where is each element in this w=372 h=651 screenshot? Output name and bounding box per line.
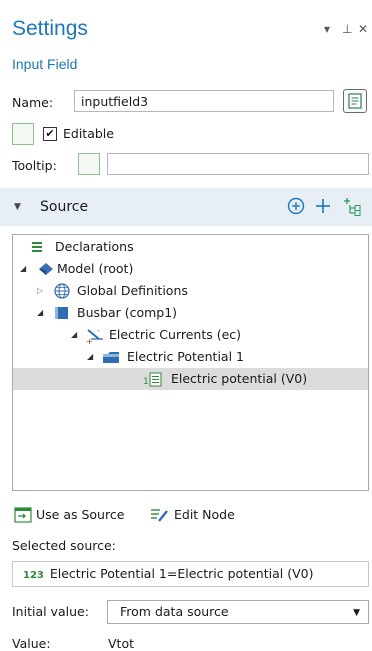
tooltip-field[interactable] [107, 153, 369, 175]
tree-item-label: Busbar (comp1) [77, 305, 178, 320]
add-tree-node-icon[interactable] [340, 196, 362, 223]
tree-item-declarations[interactable]: Declarations [13, 236, 368, 258]
tree-item-label: Electric Currents (ec) [109, 327, 242, 342]
tree-item-label: Electric Potential 1 [127, 349, 244, 364]
tooltip-label: Tooltip: [12, 158, 57, 173]
tree-item-label: Global Definitions [77, 283, 188, 298]
initial-value-selected: From data source [120, 604, 229, 619]
tree-item-electric-currents[interactable]: ◢ + - Electric Currents (ec) [13, 324, 368, 346]
use-as-source-icon [14, 507, 32, 523]
tree-item-label: Model (root) [57, 261, 134, 276]
collapse-arrow-icon[interactable]: ▼ [14, 202, 21, 212]
svg-text:-: - [97, 326, 100, 335]
tree-item-label: Declarations [55, 239, 134, 254]
name-options-button[interactable] [343, 89, 367, 113]
use-as-source-label: Use as Source [36, 507, 125, 522]
tree-item-label: Electric potential (V0) [171, 371, 308, 386]
add-circle-icon[interactable] [286, 196, 306, 221]
selected-source-value: Electric Potential 1=Electric potential … [49, 566, 314, 581]
document-icon [348, 93, 362, 109]
edit-node-icon [151, 509, 168, 522]
panel-menu-icon[interactable]: ▾ [324, 22, 330, 36]
initial-value-label: Initial value: [12, 604, 89, 619]
source-tree[interactable]: Declarations ◢ Model (root) ▷ Global Def… [12, 234, 369, 491]
editable-color-swatch[interactable] [12, 123, 34, 145]
svg-text:+: + [86, 337, 93, 346]
close-icon[interactable]: ✕ [358, 22, 368, 36]
name-label: Name: [12, 95, 54, 110]
collapsed-arrow-icon[interactable]: ▷ [37, 280, 43, 302]
parameter-icon: 123 [23, 570, 44, 581]
source-section-title: Source [40, 199, 89, 215]
tree-item-electric-potential-1[interactable]: ◢ Electric Potential 1 [13, 346, 368, 368]
parameter-icon: 1 [143, 368, 165, 397]
tree-item-model-root[interactable]: ◢ Model (root) [13, 258, 368, 280]
tree-item-electric-potential-v0[interactable]: 1 Electric potential (V0) [13, 368, 368, 390]
tree-item-busbar[interactable]: ◢ Busbar (comp1) [13, 302, 368, 324]
editable-checkbox[interactable]: ✔ [43, 127, 57, 141]
initial-value-select[interactable]: From data source ▼ [107, 600, 369, 624]
expanded-arrow-icon[interactable]: ◢ [20, 258, 26, 280]
expanded-arrow-icon[interactable]: ◢ [37, 302, 43, 324]
expanded-arrow-icon[interactable]: ◢ [87, 346, 93, 368]
name-field[interactable]: inputfield3 [74, 90, 334, 112]
chevron-down-icon: ▼ [353, 608, 360, 618]
tooltip-color-swatch[interactable] [78, 153, 100, 175]
selected-source-label: Selected source: [12, 538, 116, 553]
add-icon[interactable] [313, 196, 333, 221]
source-section-header[interactable]: ▼ Source [0, 188, 372, 226]
editable-label: Editable [63, 126, 114, 141]
panel-title: Settings [12, 17, 88, 40]
panel-subtitle: Input Field [12, 56, 78, 72]
value-label: Value: [12, 636, 51, 651]
value-text: Vtot [108, 636, 135, 651]
edit-node-label: Edit Node [174, 507, 235, 522]
selected-source-field: 123 Electric Potential 1=Electric potenti… [12, 561, 369, 587]
svg-text:1: 1 [143, 377, 149, 387]
pin-icon[interactable]: ⊥ [342, 22, 352, 36]
expanded-arrow-icon[interactable]: ◢ [71, 324, 77, 346]
tree-item-global-definitions[interactable]: ▷ Global Definitions [13, 280, 368, 302]
